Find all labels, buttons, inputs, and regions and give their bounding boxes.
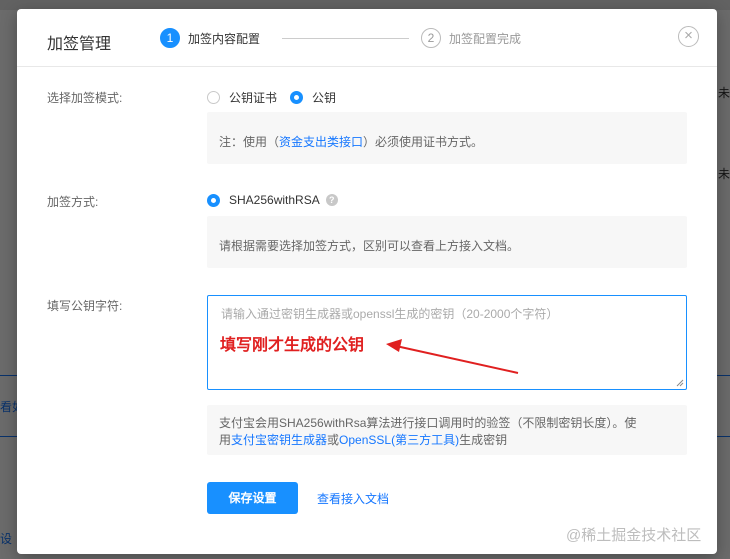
radio-sha256withrsa[interactable] bbox=[207, 193, 220, 207]
fund-payout-api-link[interactable]: 资金支出类接口 bbox=[279, 135, 363, 149]
note-line: 用支付宝密钥生成器或OpenSSL(第三方工具)生成密钥 bbox=[219, 432, 675, 449]
step-1-number: 1 bbox=[160, 28, 180, 48]
public-key-placeholder: 请输入通过密钥生成器或openssl生成的密钥（20-2000个字符） bbox=[221, 307, 559, 321]
step-2: 2 加签配置完成 bbox=[421, 28, 521, 48]
alipay-key-generator-link[interactable]: 支付宝密钥生成器 bbox=[231, 433, 327, 447]
radio-public-key[interactable] bbox=[290, 91, 304, 104]
dialog-title: 加签管理 bbox=[47, 36, 112, 53]
openssl-link[interactable]: OpenSSL(第三方工具) bbox=[339, 433, 459, 447]
annotation-text: 填写刚才生成的公钥 bbox=[220, 337, 365, 354]
sign-method-note: 请根据需要选择加签方式，区别可以查看上方接入文档。 bbox=[207, 216, 687, 268]
save-settings-button[interactable]: 保存设置 bbox=[207, 482, 298, 514]
radio-sha256withrsa-label[interactable]: SHA256withRSA bbox=[229, 193, 320, 207]
help-icon[interactable]: ? bbox=[325, 194, 338, 206]
watermark: @稀土掘金技术社区 bbox=[566, 527, 702, 544]
step-2-number: 2 bbox=[421, 28, 441, 48]
sign-mode-label: 选择加签模式: bbox=[47, 91, 123, 105]
note-text: 用 bbox=[219, 433, 232, 447]
view-docs-link[interactable]: 查看接入文档 bbox=[317, 490, 389, 507]
step-2-label: 加签配置完成 bbox=[449, 31, 522, 46]
annotation-arrow-icon bbox=[386, 339, 519, 374]
step-connector bbox=[282, 38, 409, 39]
resize-handle-icon[interactable] bbox=[676, 379, 684, 387]
public-key-label: 填写公钥字符: bbox=[47, 299, 123, 313]
radio-public-key-label[interactable]: 公钥 bbox=[312, 89, 336, 106]
note-text: 生成密钥 bbox=[459, 433, 508, 447]
note-line: 支付宝会用SHA256withRsa算法进行接口调用时的验签（不限制密钥长度）。… bbox=[219, 416, 637, 430]
close-icon[interactable]: × bbox=[678, 26, 699, 47]
note-text: 注：使用（ bbox=[219, 135, 280, 149]
step-1: 1 加签内容配置 bbox=[160, 28, 260, 48]
radio-public-key-cert-label[interactable]: 公钥证书 bbox=[229, 89, 277, 106]
sign-method-label: 加签方式: bbox=[47, 195, 99, 209]
sign-method-options: SHA256withRSA ? bbox=[207, 193, 338, 207]
sign-mode-note: 注：使用（资金支出类接口）必须使用证书方式。 bbox=[207, 112, 687, 164]
note-text: 或 bbox=[327, 433, 340, 447]
note-text: ）必须使用证书方式。 bbox=[363, 135, 484, 149]
step-1-label: 加签内容配置 bbox=[188, 31, 261, 46]
sign-mode-options: 公钥证书 公钥 bbox=[207, 89, 349, 106]
dialog-header: 加签管理 1 加签内容配置 2 加签配置完成 × bbox=[17, 9, 717, 67]
sign-management-dialog: 加签管理 1 加签内容配置 2 加签配置完成 × 选择加签模式: 公钥证书 公钥… bbox=[17, 9, 717, 554]
public-key-note: 支付宝会用SHA256withRsa算法进行接口调用时的验签（不限制密钥长度）。… bbox=[207, 405, 687, 455]
radio-public-key-cert[interactable] bbox=[207, 91, 220, 104]
